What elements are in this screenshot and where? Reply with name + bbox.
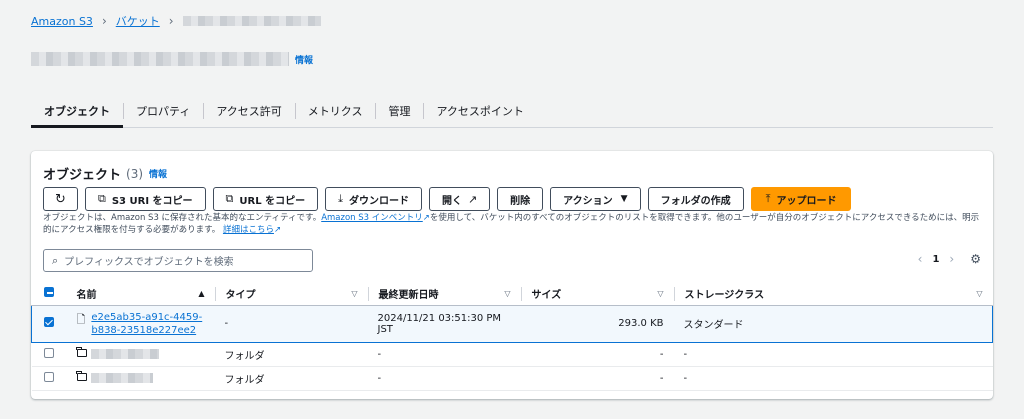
chevron-right-icon: › <box>168 14 174 28</box>
create-folder-button[interactable]: フォルダの作成 <box>647 187 744 211</box>
search-input[interactable]: ⌕ プレフィックスでオブジェクトを検索 <box>43 249 313 272</box>
breadcrumb: Amazon S3 › バケット › <box>31 13 321 29</box>
sort-icon[interactable]: ▽ <box>351 289 357 298</box>
sort-icon[interactable]: ▽ <box>504 289 510 298</box>
copy-url-label: URL をコピー <box>239 195 306 207</box>
copy-s3-uri-button[interactable]: ⧉ S3 URI をコピー <box>85 187 206 211</box>
upload-button[interactable]: ⤒ アップロード <box>750 187 852 211</box>
row-checkbox[interactable] <box>44 317 54 327</box>
table-row[interactable]: 🗋 e2e5ab35-a91c-4459- b838-23518e227ee2 … <box>31 304 993 343</box>
objects-panel: オブジェクト (3) 情報 ↻ ⧉ S3 URI をコピー ⧉ URL をコピー ⤓… <box>31 151 993 399</box>
folder-icon <box>76 370 87 381</box>
actions-label: アクション <box>563 195 613 207</box>
folder-icon <box>76 346 87 357</box>
tab-objects[interactable]: オブジェクト <box>31 94 123 128</box>
sort-icon[interactable]: ▽ <box>976 289 982 298</box>
column-header-name[interactable]: 名前 <box>77 286 97 301</box>
object-name-link[interactable]: e2e5ab35-a91c-4459- <box>91 311 202 324</box>
breadcrumb-s3-link[interactable]: Amazon S3 <box>31 15 93 28</box>
folder-modified: - <box>367 366 521 391</box>
copy-s3-uri-label: S3 URI をコピー <box>111 195 193 207</box>
sort-asc-icon[interactable]: ▲ <box>198 289 204 298</box>
row-checkbox[interactable] <box>43 371 54 382</box>
object-storage-class: スタンダード <box>673 304 993 343</box>
tab-metrics[interactable]: メトリクス <box>294 94 376 127</box>
object-count: (3) <box>126 166 144 181</box>
objects-table: 名前 ▲ タイプ ▽ 最終更新日時 ▽ サイズ ▽ ストレージクラス ▽ 🗋 e2e5ab… <box>31 283 993 391</box>
tab-permissions[interactable]: アクセス許可 <box>203 94 294 127</box>
copy-icon: ⧉ <box>98 192 106 205</box>
object-modified: 2024/11/21 03:51:30 PM <box>377 312 502 324</box>
chevron-right-icon: › <box>101 14 107 28</box>
folder-name-redacted[interactable] <box>90 372 153 383</box>
file-icon: 🗋 <box>76 312 86 326</box>
object-name-link-cont[interactable]: b838-23518e227ee2 <box>91 324 202 337</box>
pagination: ‹ 1 › ⚙ <box>918 252 981 266</box>
folder-type: フォルダ <box>214 366 368 391</box>
objects-description: オブジェクトは、Amazon S3 に保存された基本的なエンティティです。Ama… <box>43 212 981 236</box>
current-page[interactable]: 1 <box>932 254 939 265</box>
external-link-icon: ↗ <box>422 213 430 223</box>
external-link-icon: ↗ <box>273 225 282 235</box>
open-label: 開く <box>441 195 462 207</box>
folder-modified: - <box>367 342 521 367</box>
learn-more-link[interactable]: 詳細はこちら <box>223 225 274 235</box>
tab-access-points[interactable]: アクセスポイント <box>423 94 536 127</box>
tab-management[interactable]: 管理 <box>375 94 423 127</box>
caret-down-icon: ▼ <box>620 194 628 204</box>
row-checkbox[interactable] <box>43 347 54 358</box>
open-button[interactable]: 開く ↗ <box>428 187 491 211</box>
download-button[interactable]: ⤓ ダウンロード <box>325 187 422 211</box>
upload-icon: ⤒ <box>765 192 771 205</box>
description-text-1: オブジェクトは、Amazon S3 に保存された基本的なエンティティです。 <box>43 213 322 223</box>
delete-label: 削除 <box>510 195 531 207</box>
download-label: ダウンロード <box>348 195 409 207</box>
folder-storage-class: - <box>673 342 993 367</box>
refresh-icon: ↻ <box>55 191 66 207</box>
upload-label: アップロード <box>776 195 837 207</box>
panel-header: オブジェクト (3) 情報 <box>43 164 167 184</box>
search-icon: ⌕ <box>52 253 59 267</box>
sort-icon[interactable]: ▽ <box>657 289 663 298</box>
refresh-button[interactable]: ↻ <box>43 187 78 211</box>
actions-dropdown[interactable]: アクション ▼ <box>550 187 641 211</box>
bucket-header: 情報 <box>31 52 313 66</box>
table-header-row: 名前 ▲ タイプ ▽ 最終更新日時 ▽ サイズ ▽ ストレージクラス ▽ <box>31 283 993 306</box>
folder-type: フォルダ <box>214 342 368 367</box>
tab-bar: オブジェクト プロパティ アクセス許可 メトリクス 管理 アクセスポイント <box>31 94 993 128</box>
delete-button[interactable]: 削除 <box>497 187 544 211</box>
object-size: 293.0 KB <box>520 304 674 343</box>
breadcrumb-bucket-name-redacted <box>182 16 321 26</box>
chevron-left-icon[interactable]: ‹ <box>918 252 923 266</box>
folder-size: - <box>520 366 674 391</box>
folder-size: - <box>520 342 674 367</box>
inventory-link[interactable]: Amazon S3 インベントリ <box>321 213 423 223</box>
download-icon: ⤓ <box>338 192 343 205</box>
chevron-right-icon[interactable]: › <box>949 252 954 266</box>
table-row[interactable]: フォルダ - - - <box>31 342 993 367</box>
table-row[interactable]: フォルダ - - - <box>31 366 993 391</box>
column-header-storage-class[interactable]: ストレージクラス <box>685 286 765 301</box>
panel-title: オブジェクト <box>43 168 122 183</box>
object-type: - <box>214 304 368 343</box>
column-header-size[interactable]: サイズ <box>532 286 562 301</box>
external-link-icon: ↗ <box>467 192 478 206</box>
column-header-type[interactable]: タイプ <box>226 286 256 301</box>
folder-storage-class: - <box>673 366 993 391</box>
gear-icon[interactable]: ⚙ <box>970 252 981 266</box>
tab-properties[interactable]: プロパティ <box>123 94 203 127</box>
select-all-checkbox[interactable] <box>43 287 54 298</box>
create-folder-label: フォルダの作成 <box>660 195 731 207</box>
breadcrumb-buckets-link[interactable]: バケット <box>116 13 160 29</box>
toolbar: ↻ ⧉ S3 URI をコピー ⧉ URL をコピー ⤓ ダウンロード 開く ↗ 削除 … <box>43 187 852 211</box>
copy-icon: ⧉ <box>225 192 234 205</box>
column-header-last-modified[interactable]: 最終更新日時 <box>379 286 439 301</box>
folder-name-redacted[interactable] <box>90 348 159 359</box>
panel-info-link[interactable]: 情報 <box>149 167 167 180</box>
bucket-info-link[interactable]: 情報 <box>295 53 313 66</box>
copy-url-button[interactable]: ⧉ URL をコピー <box>212 187 319 211</box>
search-placeholder: プレフィックスでオブジェクトを検索 <box>64 257 234 268</box>
object-modified-tz: JST <box>377 323 393 335</box>
bucket-name-redacted <box>31 52 289 66</box>
